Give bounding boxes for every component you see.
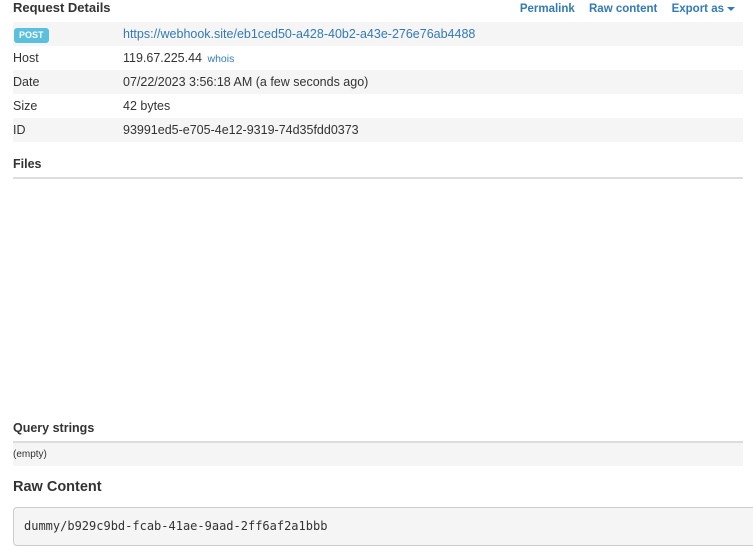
request-details-table: POST https://webhook.site/eb1ced50-a428-… [13,22,743,142]
request-details-title: Request Details [13,0,111,15]
size-label: Size [13,99,38,113]
size-value: 42 bytes [123,99,171,113]
query-strings-title: Query strings [13,421,95,435]
raw-content-body[interactable]: dummy/b929c9bd-fcab-41ae-9aad-2ff6af2a1b… [13,507,753,546]
files-title: Files [13,157,42,171]
method-badge: POST [14,27,49,43]
header-actions: Permalink Raw content Export as [509,2,735,16]
permalink-link[interactable]: Permalink [520,3,575,15]
raw-content-title: Raw Content [13,479,102,495]
size-row: Size 42 bytes [13,94,743,118]
caret-down-icon [727,6,735,11]
host-value-cell: 119.67.225.44 whois [123,50,234,67]
export-as-dropdown[interactable]: Export as [672,3,735,15]
files-divider [13,177,743,179]
raw-content-link[interactable]: Raw content [589,3,657,15]
date-label: Date [13,75,40,89]
date-row: Date 07/22/2023 3:56:18 AM (a few second… [13,70,743,94]
host-label: Host [13,51,39,65]
id-value: 93991ed5-e705-4e12-9319-74d35fdd0373 [123,123,359,137]
export-as-label: Export as [671,3,724,15]
date-value: 07/22/2023 3:56:18 AM (a few seconds ago… [123,75,369,89]
host-row: Host 119.67.225.44 whois [13,46,743,70]
query-strings-empty: (empty) [13,443,743,466]
id-label: ID [13,123,26,137]
method-url-row: POST https://webhook.site/eb1ced50-a428-… [13,22,743,46]
url-cell: https://webhook.site/eb1ced50-a428-40b2-… [123,26,475,42]
host-value: 119.67.225.44 [123,50,203,65]
id-row: ID 93991ed5-e705-4e12-9319-74d35fdd0373 [13,118,743,142]
request-url-link[interactable]: https://webhook.site/eb1ced50-a428-40b2-… [123,27,475,41]
request-details-header: Request Details Permalink Raw content Ex… [13,0,743,20]
method-cell: POST [13,26,123,43]
whois-link[interactable]: whois [208,53,235,65]
